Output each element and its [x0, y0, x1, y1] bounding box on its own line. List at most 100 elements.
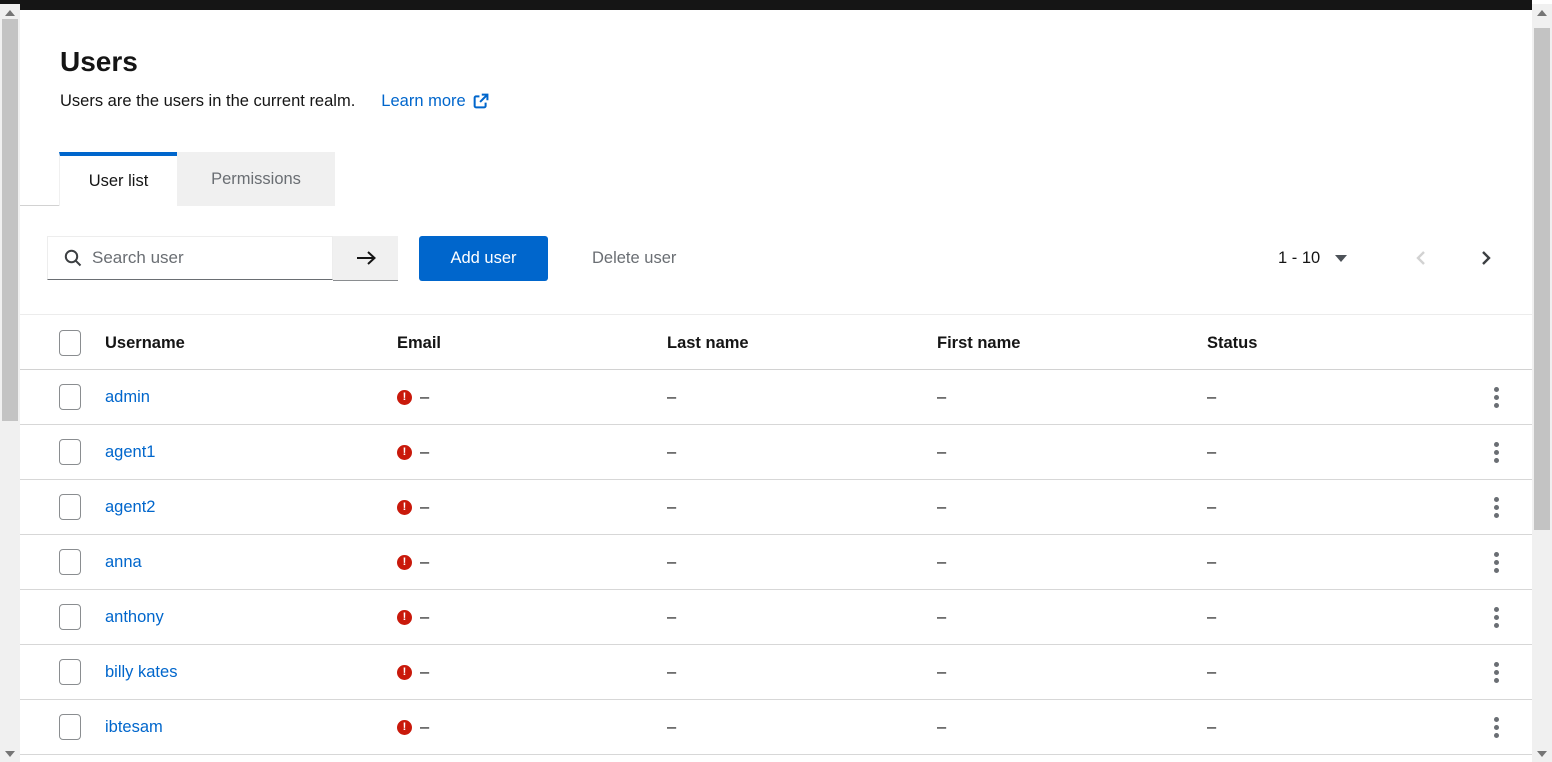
status-empty-value: –	[1207, 645, 1216, 700]
column-header-email: Email	[397, 315, 441, 371]
username-link[interactable]: billy kates	[105, 645, 177, 700]
search-icon	[64, 249, 82, 267]
tab-permissions-label: Permissions	[211, 170, 301, 189]
email-empty-value: –	[420, 480, 429, 535]
search-submit-button[interactable]	[333, 236, 398, 281]
table-row: billy kates ! – – – –	[20, 645, 1532, 700]
username-link[interactable]: anna	[105, 535, 142, 590]
row-checkbox[interactable]	[59, 549, 81, 575]
error-circle-icon: !	[397, 720, 412, 735]
email-empty-value: –	[420, 700, 429, 755]
row-checkbox[interactable]	[59, 439, 81, 465]
right-scrollbar-thumb[interactable]	[1534, 28, 1550, 530]
error-circle-icon: !	[397, 390, 412, 405]
next-page-button[interactable]	[1470, 242, 1502, 274]
table-row: agent1 ! – – – –	[20, 425, 1532, 480]
kebab-icon	[1494, 717, 1499, 738]
scroll-down-icon[interactable]	[5, 751, 15, 757]
firstname-empty-value: –	[937, 535, 946, 590]
chevron-left-icon	[1414, 250, 1428, 266]
learn-more-label: Learn more	[381, 92, 465, 111]
page-title: Users	[60, 46, 138, 78]
row-checkbox[interactable]	[59, 604, 81, 630]
error-circle-icon: !	[397, 445, 412, 460]
page-description: Users are the users in the current realm…	[60, 92, 489, 111]
table-row: agent2 ! – – – –	[20, 480, 1532, 535]
masthead-bar	[0, 0, 1532, 10]
username-link[interactable]: agent1	[105, 425, 155, 480]
tab-user-list-label: User list	[89, 172, 149, 191]
status-empty-value: –	[1207, 480, 1216, 535]
username-link[interactable]: ibtesam	[105, 700, 163, 755]
row-checkbox[interactable]	[59, 714, 81, 740]
kebab-icon	[1494, 497, 1499, 518]
chevron-right-icon	[1479, 250, 1493, 266]
lastname-empty-value: –	[667, 370, 676, 425]
kebab-menu-button[interactable]	[1478, 370, 1514, 425]
email-cell: ! –	[397, 535, 429, 590]
row-checkbox[interactable]	[59, 494, 81, 520]
firstname-empty-value: –	[937, 590, 946, 645]
status-empty-value: –	[1207, 535, 1216, 590]
status-empty-value: –	[1207, 370, 1216, 425]
error-circle-icon: !	[397, 500, 412, 515]
lastname-empty-value: –	[667, 480, 676, 535]
pagination-dropdown[interactable]: 1 - 10	[1278, 236, 1347, 281]
status-empty-value: –	[1207, 700, 1216, 755]
email-empty-value: –	[420, 590, 429, 645]
add-user-button[interactable]: Add user	[419, 236, 548, 281]
lastname-empty-value: –	[667, 645, 676, 700]
firstname-empty-value: –	[937, 370, 946, 425]
select-all-checkbox[interactable]	[59, 330, 81, 356]
lastname-empty-value: –	[667, 590, 676, 645]
users-page: Users Users are the users in the current…	[20, 10, 1532, 762]
email-empty-value: –	[420, 645, 429, 700]
kebab-menu-button[interactable]	[1478, 590, 1514, 645]
lastname-empty-value: –	[667, 425, 676, 480]
error-circle-icon: !	[397, 665, 412, 680]
delete-user-button[interactable]: Delete user	[592, 236, 676, 281]
page-subtitle: Users are the users in the current realm…	[60, 92, 355, 111]
caret-down-icon	[1335, 255, 1347, 262]
email-cell: ! –	[397, 645, 429, 700]
right-scrollbar[interactable]	[1532, 4, 1552, 762]
previous-page-button[interactable]	[1405, 242, 1437, 274]
kebab-icon	[1494, 662, 1499, 683]
scroll-down-icon[interactable]	[1537, 751, 1547, 757]
table-row: ibtesam ! – – – –	[20, 700, 1532, 755]
email-empty-value: –	[420, 425, 429, 480]
kebab-icon	[1494, 387, 1499, 408]
email-cell: ! –	[397, 480, 429, 535]
email-empty-value: –	[420, 535, 429, 590]
search-input[interactable]	[47, 236, 333, 280]
kebab-menu-button[interactable]	[1478, 480, 1514, 535]
firstname-empty-value: –	[937, 480, 946, 535]
kebab-icon	[1494, 607, 1499, 628]
column-header-username: Username	[105, 315, 185, 371]
username-link[interactable]: agent2	[105, 480, 155, 535]
kebab-menu-button[interactable]	[1478, 425, 1514, 480]
table-row: admin ! – – – –	[20, 370, 1532, 425]
tab-user-list[interactable]: User list	[59, 152, 177, 206]
table-row: anthony ! – – – –	[20, 590, 1532, 645]
email-empty-value: –	[420, 370, 429, 425]
kebab-menu-button[interactable]	[1478, 535, 1514, 590]
kebab-menu-button[interactable]	[1478, 645, 1514, 700]
email-cell: ! –	[397, 370, 429, 425]
row-checkbox[interactable]	[59, 384, 81, 410]
username-link[interactable]: anthony	[105, 590, 164, 645]
row-checkbox[interactable]	[59, 659, 81, 685]
scroll-up-icon[interactable]	[1537, 10, 1547, 16]
status-empty-value: –	[1207, 590, 1216, 645]
email-cell: ! –	[397, 590, 429, 645]
username-link[interactable]: admin	[105, 370, 150, 425]
table-header: Username Email Last name First name Stat…	[20, 314, 1532, 370]
tab-permissions[interactable]: Permissions	[177, 152, 335, 206]
left-scrollbar[interactable]	[0, 4, 20, 762]
scroll-up-icon[interactable]	[5, 10, 15, 16]
firstname-empty-value: –	[937, 645, 946, 700]
learn-more-link[interactable]: Learn more	[381, 92, 488, 111]
kebab-menu-button[interactable]	[1478, 700, 1514, 755]
left-scrollbar-thumb[interactable]	[2, 19, 18, 421]
column-header-status: Status	[1207, 315, 1257, 371]
